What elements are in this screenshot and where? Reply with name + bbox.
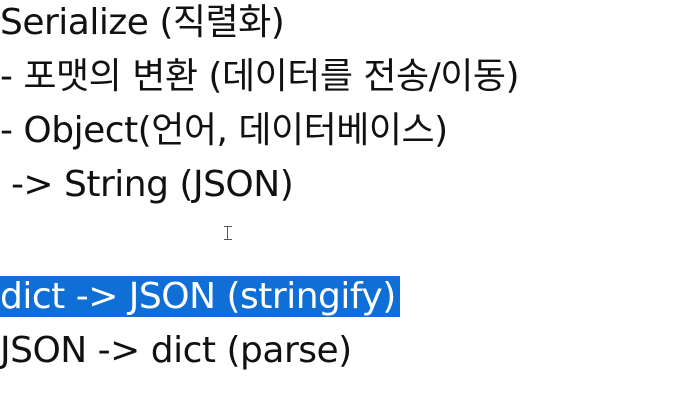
text-line-object: - Object(언어, 데이터베이스) bbox=[0, 110, 448, 151]
text-cursor-icon bbox=[224, 226, 232, 240]
text-line-string-json: -> String (JSON) bbox=[0, 164, 294, 205]
text-line-json-to-dict: JSON -> dict (parse) bbox=[0, 330, 352, 371]
text-editor[interactable]: Serialize (직렬화) - 포맷의 변환 (데이터를 전송/이동) - … bbox=[0, 0, 674, 410]
text-line-dict-to-json: dict -> JSON (stringify) bbox=[0, 270, 400, 324]
text-line-serialize-heading: Serialize (직렬화) bbox=[0, 2, 285, 43]
text-selection: dict -> JSON (stringify) bbox=[0, 276, 400, 317]
text-line-format-conversion: - 포맷의 변환 (데이터를 전송/이동) bbox=[0, 56, 520, 97]
